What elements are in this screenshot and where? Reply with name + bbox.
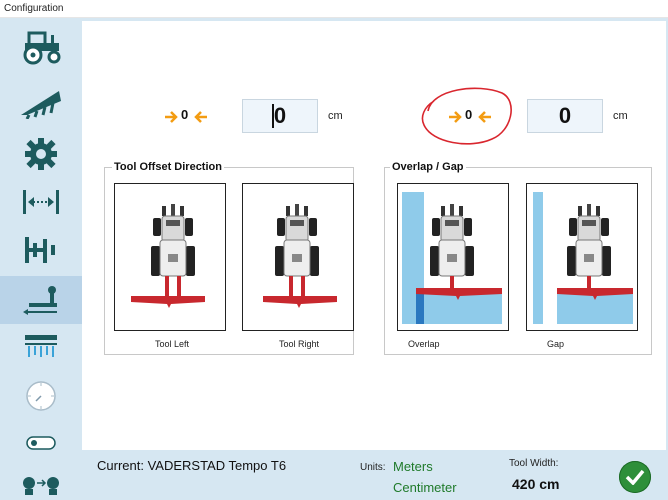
tool-left-card[interactable]: Tool Left [114, 183, 226, 349]
sidebar-item-settings[interactable] [0, 134, 82, 174]
sidebar-item-tractor[interactable] [0, 24, 82, 70]
window-title: Configuration [4, 3, 64, 14]
gap-card[interactable]: Gap [526, 183, 638, 349]
app-window: 0 0 cm 0 0 cm Tool Offset Direction Tool… [0, 18, 668, 500]
sidebar-item-implement[interactable] [0, 80, 82, 126]
tractor-icon [23, 31, 61, 65]
overlap-unit: cm [613, 110, 628, 122]
confirm-button[interactable] [619, 461, 651, 493]
overlap-input[interactable]: 0 [527, 99, 603, 133]
tool-left-label: Tool Left [155, 339, 190, 349]
overlap-card[interactable]: Overlap [397, 183, 509, 349]
sidebar-item-boom-sections[interactable] [0, 328, 82, 368]
tractor-overlap-image [402, 192, 502, 324]
offset-unit: cm [328, 110, 343, 122]
tool-right-card[interactable]: Tool Right [242, 183, 354, 349]
unit-meters-option[interactable]: Meters [393, 459, 433, 474]
checkmark-icon [625, 469, 645, 485]
overlap-indicator: 0 [465, 107, 473, 122]
text-cursor [272, 104, 274, 128]
tool-width-label: Tool Width: [509, 458, 559, 469]
offset-indicator: 0 [181, 107, 189, 122]
main-panel: 0 0 cm 0 0 cm Tool Offset Direction Tool… [82, 21, 668, 450]
tractor-gap-image [533, 192, 633, 324]
overlap-label: Overlap [408, 339, 440, 349]
overlap-value: 0 [558, 103, 572, 128]
gear-icon [25, 138, 57, 170]
sidebar-item-offset-direction[interactable] [0, 276, 82, 324]
gap-label: Gap [547, 339, 565, 349]
sidebar-item-toggle[interactable] [0, 428, 82, 458]
current-machine-label: Current: VADERSTAD Tempo T6 [97, 458, 287, 473]
machines-icon [23, 477, 59, 495]
tractor-tool-left-image [131, 204, 205, 308]
title-bar: Configuration [0, 0, 668, 18]
implement-icon [21, 91, 61, 119]
unit-centimeter-option[interactable]: Centimeter [393, 480, 457, 495]
boom-sections-icon [25, 335, 57, 357]
width-icon [23, 190, 59, 214]
sidebar-item-machines[interactable] [0, 474, 82, 500]
tractor-tool-right-image [263, 204, 337, 308]
tool-offset-icon [25, 237, 55, 263]
sidebar-item-clock[interactable] [0, 374, 82, 418]
sidebar-item-width[interactable] [0, 182, 82, 222]
toggle-icon [26, 436, 56, 450]
offset-value: 0 [273, 103, 287, 128]
tool-width-value: 420 cm [512, 476, 560, 492]
sidebar-item-tool-offset[interactable] [0, 228, 82, 272]
offset-input[interactable]: 0 [242, 99, 318, 133]
clock-icon [26, 381, 56, 411]
units-label: Units: [360, 462, 386, 473]
overlap-gap-title: Overlap / Gap [390, 161, 466, 173]
offset-direction-icon [23, 286, 57, 315]
sidebar [0, 18, 82, 500]
tool-offset-direction-title: Tool Offset Direction [112, 161, 224, 173]
tool-right-label: Tool Right [279, 339, 320, 349]
